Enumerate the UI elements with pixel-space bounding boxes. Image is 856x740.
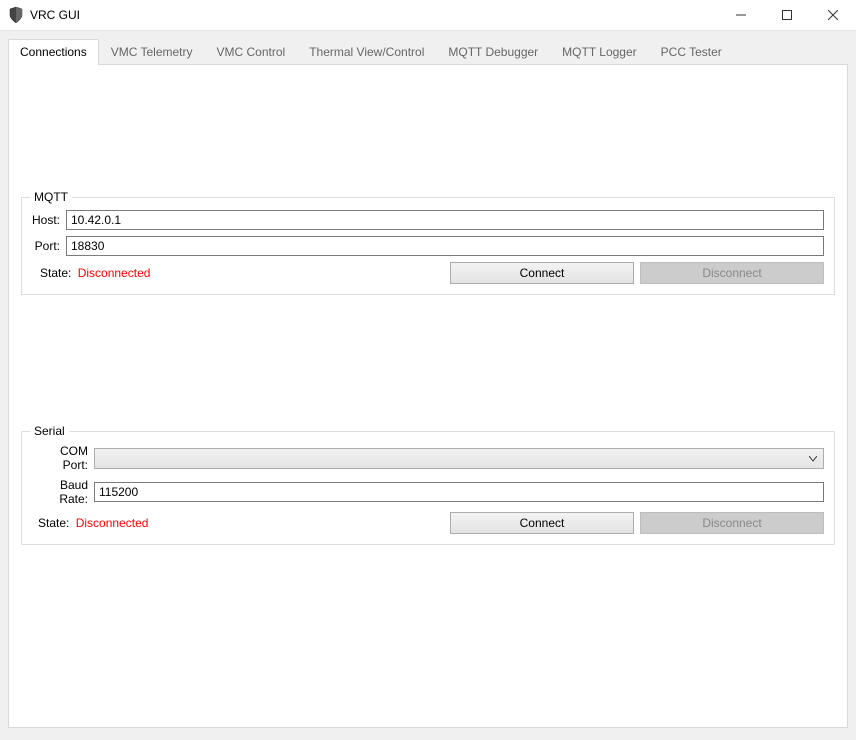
tab-thermal[interactable]: Thermal View/Control	[297, 39, 436, 64]
window-controls	[718, 0, 856, 30]
serial-com-row: COM Port:	[32, 444, 824, 472]
tab-content: MQTT Host: Port: State: Disconnected Con…	[8, 64, 848, 728]
serial-connect-button[interactable]: Connect	[450, 512, 634, 534]
mqtt-port-label: Port:	[32, 239, 66, 253]
serial-com-select[interactable]	[94, 448, 824, 469]
mqtt-port-input[interactable]	[66, 236, 824, 256]
mqtt-disconnect-button[interactable]: Disconnect	[640, 262, 824, 284]
mqtt-port-row: Port:	[32, 236, 824, 256]
mqtt-host-row: Host:	[32, 210, 824, 230]
titlebar: VRC GUI	[0, 0, 856, 31]
mqtt-state-value: Disconnected	[78, 266, 151, 280]
window-body: Connections VMC Telemetry VMC Control Th…	[0, 31, 856, 740]
serial-state-value: Disconnected	[76, 516, 149, 530]
tab-vmc-control[interactable]: VMC Control	[205, 39, 298, 64]
serial-state-row: State: Disconnected Connect Disconnect	[32, 512, 824, 534]
mqtt-host-input[interactable]	[66, 210, 824, 230]
tab-vmc-telemetry[interactable]: VMC Telemetry	[99, 39, 205, 64]
serial-com-label: COM Port:	[32, 444, 94, 472]
close-button[interactable]	[810, 0, 856, 30]
mqtt-state-label: State:	[40, 266, 74, 280]
mqtt-host-label: Host:	[32, 213, 66, 227]
serial-state-label: State:	[38, 516, 72, 530]
app-icon	[8, 7, 24, 23]
mqtt-state-left: State: Disconnected	[32, 266, 150, 280]
minimize-button[interactable]	[718, 0, 764, 30]
mqtt-connect-button[interactable]: Connect	[450, 262, 634, 284]
tab-pcc-tester[interactable]: PCC Tester	[649, 39, 734, 64]
serial-baud-label: Baud Rate:	[32, 478, 94, 506]
mqtt-group: MQTT Host: Port: State: Disconnected Con…	[21, 197, 835, 295]
serial-baud-input[interactable]	[94, 482, 824, 502]
serial-group-title: Serial	[30, 424, 69, 438]
serial-state-left: State: Disconnected	[32, 516, 148, 530]
maximize-button[interactable]	[764, 0, 810, 30]
serial-disconnect-button[interactable]: Disconnect	[640, 512, 824, 534]
serial-group: Serial COM Port: Baud Rate: State: Disco…	[21, 431, 835, 545]
mqtt-group-title: MQTT	[30, 190, 72, 204]
mqtt-state-row: State: Disconnected Connect Disconnect	[32, 262, 824, 284]
window-title: VRC GUI	[30, 8, 718, 22]
tab-mqtt-debugger[interactable]: MQTT Debugger	[436, 39, 550, 64]
tab-mqtt-logger[interactable]: MQTT Logger	[550, 39, 648, 64]
tab-strip: Connections VMC Telemetry VMC Control Th…	[8, 39, 848, 64]
tab-connections[interactable]: Connections	[8, 39, 99, 65]
chevron-down-icon	[809, 451, 817, 465]
serial-baud-row: Baud Rate:	[32, 478, 824, 506]
